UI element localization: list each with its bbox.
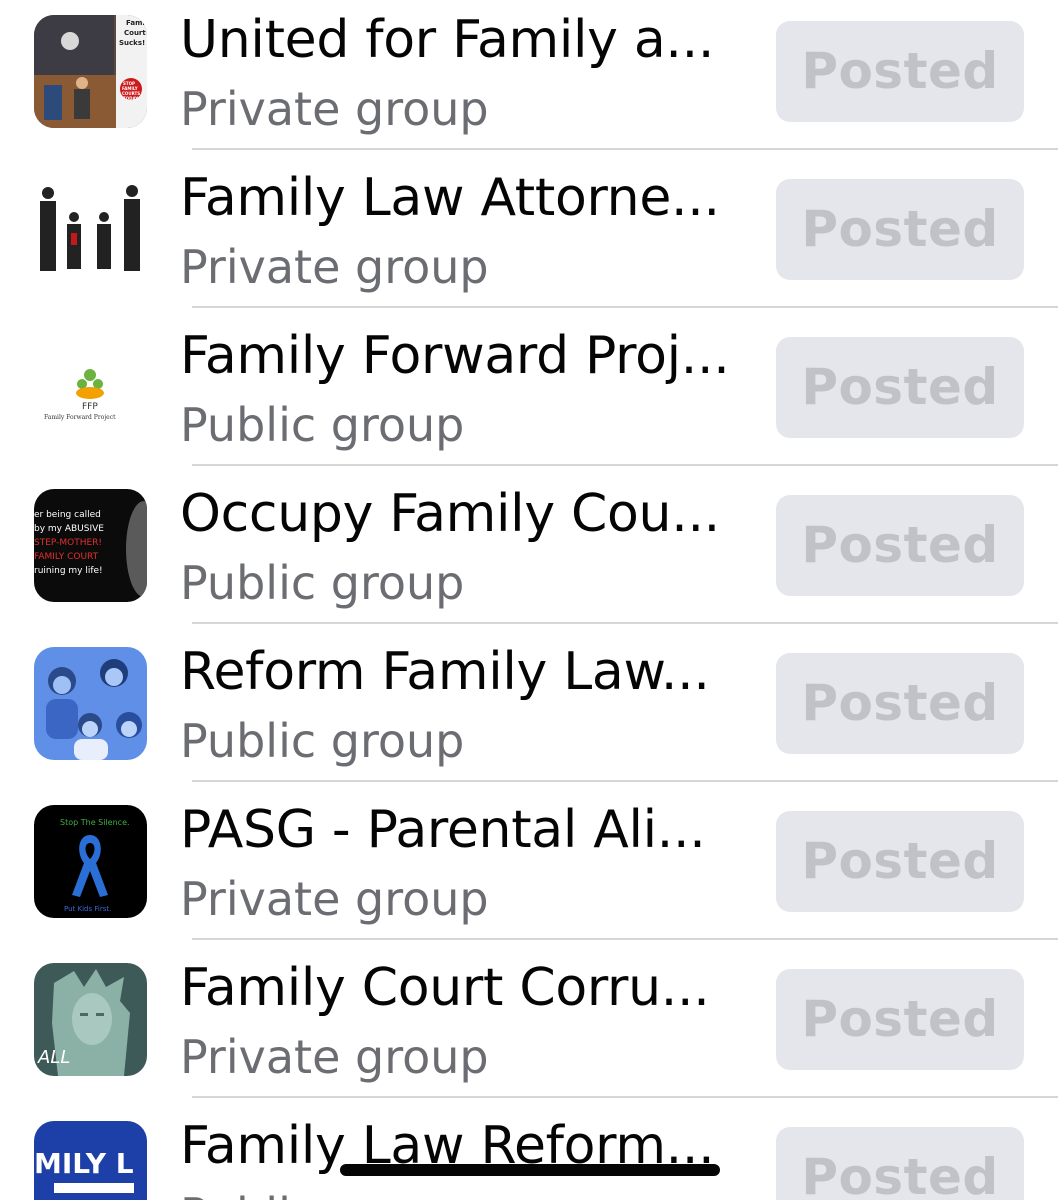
group-thumbnail[interactable]: Stop The Silence. Put Kids First.	[34, 805, 147, 918]
group-name[interactable]: PASG - Parental Ali...	[180, 798, 750, 862]
svg-text:Fami: Fami	[126, 19, 145, 27]
svg-text:Sucks!: Sucks!	[119, 39, 145, 47]
svg-text:Stop The Silence.: Stop The Silence.	[60, 818, 130, 827]
list-item[interactable]: ALL Family Court Corru... Private group …	[0, 948, 1058, 1106]
divider	[192, 148, 1058, 150]
divider	[192, 622, 1058, 624]
group-name[interactable]: Occupy Family Cou...	[180, 482, 750, 546]
svg-text:ALL: ALL	[37, 1047, 70, 1068]
list-item[interactable]: Reform Family Law... Public group Posted	[0, 632, 1058, 790]
awareness-ribbon-icon: Stop The Silence. Put Kids First.	[34, 805, 147, 918]
divider	[192, 938, 1058, 940]
group-name[interactable]: Family Court Corru...	[180, 956, 750, 1020]
group-privacy: Private group	[180, 872, 489, 926]
group-privacy: Private group	[180, 82, 489, 136]
group-thumbnail[interactable]: MILY L	[34, 1121, 147, 1200]
list-item[interactable]: Family Law Attorne... Private group Post…	[0, 158, 1058, 316]
svg-text:ruining my life!: ruining my life!	[34, 566, 103, 576]
group-name[interactable]: Family Law Attorne...	[180, 166, 750, 230]
divider	[192, 464, 1058, 466]
svg-text:MILY L: MILY L	[34, 1147, 134, 1180]
group-privacy: Public group	[180, 556, 465, 610]
group-thumbnail[interactable]	[34, 173, 147, 286]
svg-text:er being called: er being called	[34, 510, 101, 520]
list-item[interactable]: Fami Court Sucks! STOP FAMILY COURTS TOD…	[0, 0, 1058, 158]
svg-text:Court: Court	[124, 29, 146, 37]
svg-text:FFP: FFP	[82, 402, 98, 412]
group-thumbnail[interactable]: Fami Court Sucks! STOP FAMILY COURTS TOD…	[34, 15, 147, 128]
group-list: Fami Court Sucks! STOP FAMILY COURTS TOD…	[0, 0, 1058, 1200]
group-name[interactable]: United for Family a...	[180, 8, 750, 72]
group-name[interactable]: Reform Family Law...	[180, 640, 750, 704]
group-privacy: Private group	[180, 240, 489, 294]
list-item[interactable]: MILY L Family Law Reform... Public group…	[0, 1106, 1058, 1200]
list-item[interactable]: FFP Family Forward Project Family Forwar…	[0, 316, 1058, 474]
posted-button[interactable]: Posted	[776, 179, 1024, 280]
svg-text:by my ABUSIVE: by my ABUSIVE	[34, 524, 104, 534]
list-item[interactable]: er being called by my ABUSIVE STEP-MOTHE…	[0, 474, 1058, 632]
posted-button[interactable]: Posted	[776, 969, 1024, 1070]
group-privacy: Public group	[180, 1186, 750, 1200]
posted-button[interactable]: Posted	[776, 653, 1024, 754]
list-item[interactable]: Stop The Silence. Put Kids First. PASG -…	[0, 790, 1058, 948]
home-indicator[interactable]	[340, 1164, 720, 1176]
posted-button[interactable]: Posted	[776, 337, 1024, 438]
divider	[192, 780, 1058, 782]
group-name[interactable]: Family Forward Proj...	[180, 324, 750, 388]
group-privacy: Private group	[180, 1030, 489, 1084]
divider	[192, 306, 1058, 308]
posted-button[interactable]: Posted	[776, 21, 1024, 122]
people-illustration-icon	[34, 647, 147, 760]
svg-text:Family Forward Project: Family Forward Project	[44, 414, 116, 421]
svg-text:STEP-MOTHER!: STEP-MOTHER!	[34, 538, 102, 548]
group-thumbnail[interactable]: FFP Family Forward Project	[34, 331, 147, 444]
group-thumbnail[interactable]: ALL	[34, 963, 147, 1076]
group-privacy: Public group	[180, 714, 465, 768]
posted-button[interactable]: Posted	[776, 811, 1024, 912]
svg-text:TODAY: TODAY	[123, 96, 138, 101]
svg-text:FAMILY COURT: FAMILY COURT	[34, 552, 99, 562]
group-privacy: Public group	[180, 398, 465, 452]
group-banner-icon: MILY L	[34, 1121, 147, 1200]
group-thumbnail[interactable]	[34, 647, 147, 760]
posted-button[interactable]: Posted	[776, 495, 1024, 596]
svg-text:Put Kids First.: Put Kids First.	[64, 905, 111, 913]
family-silhouette-icon	[34, 173, 147, 286]
posted-button[interactable]: Posted	[776, 1127, 1024, 1200]
group-photo-icon: er being called by my ABUSIVE STEP-MOTHE…	[34, 489, 147, 602]
statue-of-liberty-icon: ALL	[34, 963, 147, 1076]
ffp-logo-icon: FFP Family Forward Project	[34, 331, 147, 444]
group-photo-icon: Fami Court Sucks! STOP FAMILY COURTS TOD…	[34, 15, 147, 128]
group-thumbnail[interactable]: er being called by my ABUSIVE STEP-MOTHE…	[34, 489, 147, 602]
divider	[192, 1096, 1058, 1098]
